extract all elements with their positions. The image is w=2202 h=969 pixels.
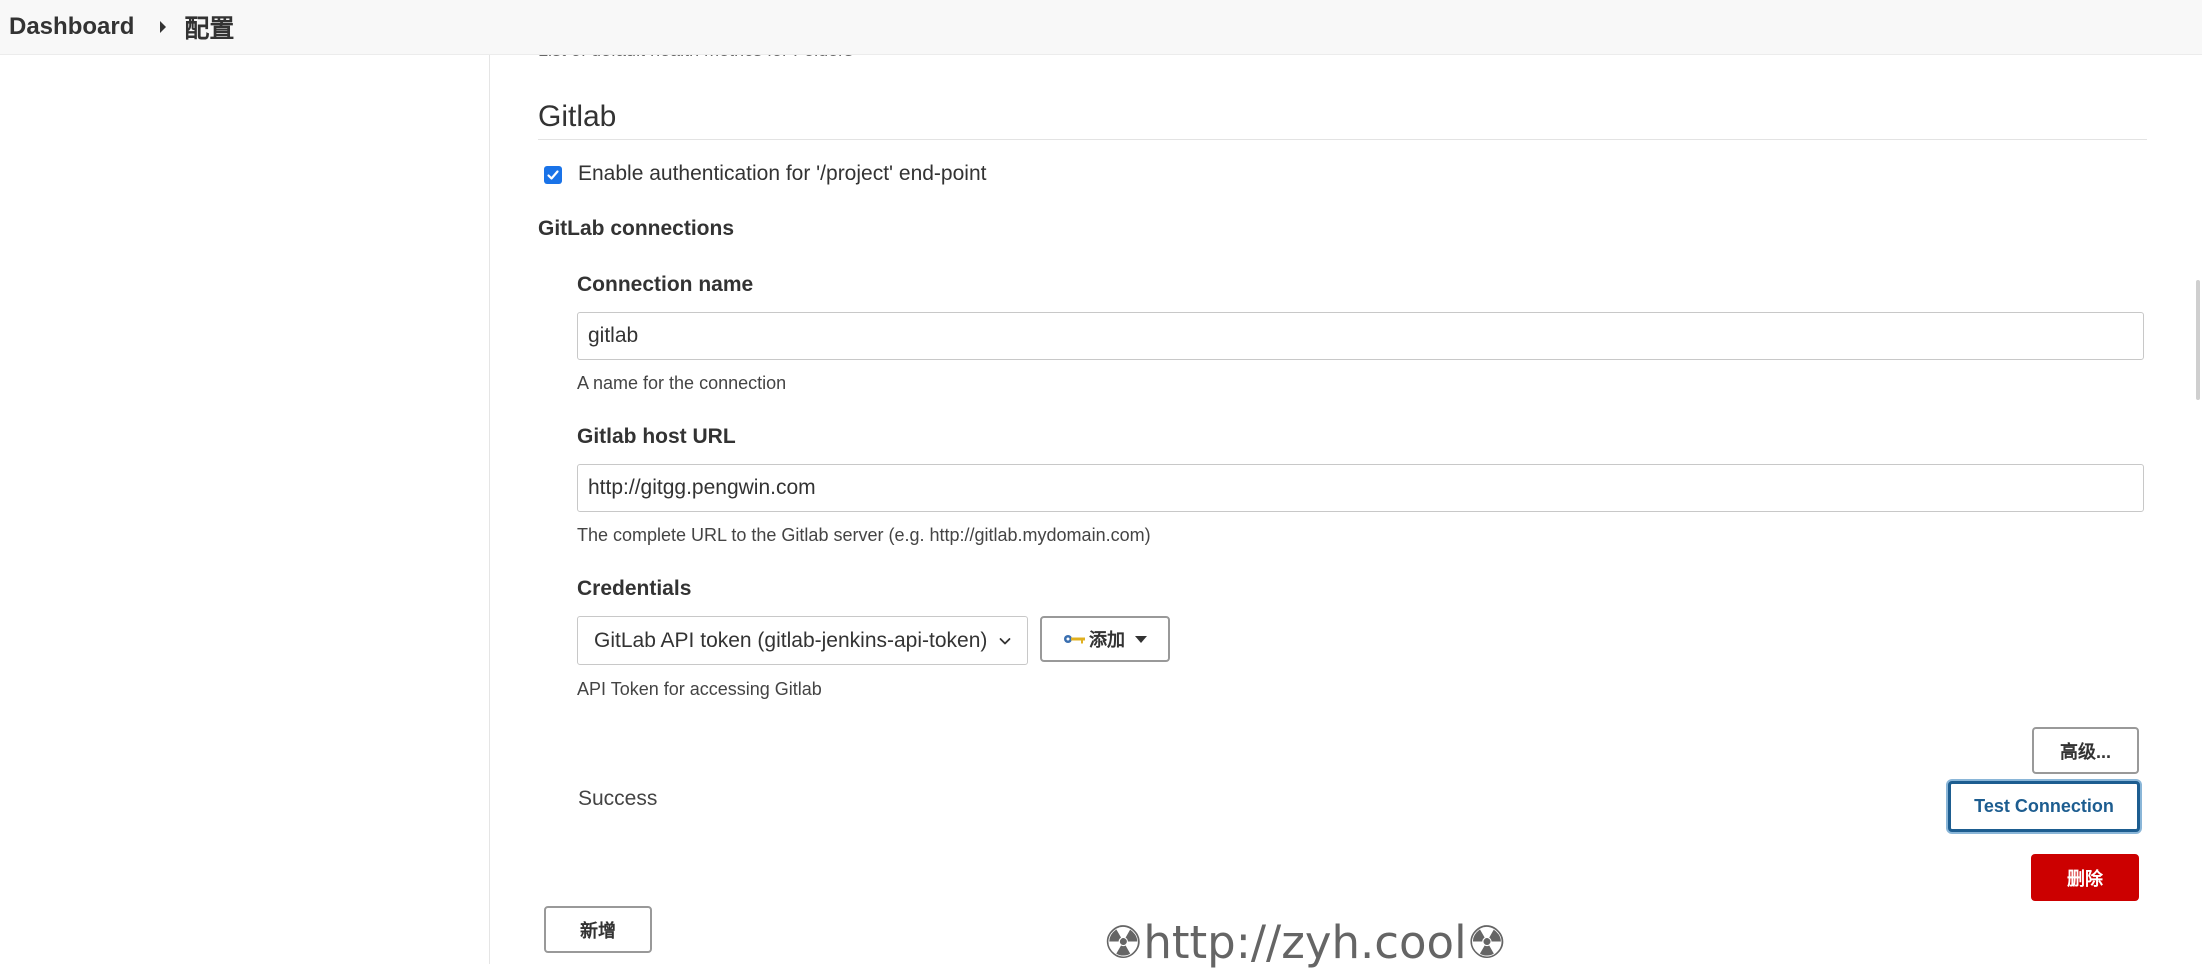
auth-checkbox-label[interactable]: Enable authentication for '/project' end… xyxy=(578,162,986,186)
chevron-down-icon xyxy=(999,637,1011,644)
credentials-label: Credentials xyxy=(577,577,692,600)
watermark: ☢http://zyh.cool☢ xyxy=(1103,916,1507,969)
test-connection-button[interactable]: Test Connection xyxy=(1948,781,2140,832)
checkmark-icon xyxy=(547,170,559,180)
connection-name-input[interactable] xyxy=(577,312,2144,360)
section-divider xyxy=(538,139,2147,140)
gitlab-connections-heading: GitLab connections xyxy=(538,217,735,240)
gitlab-host-url-input[interactable] xyxy=(577,464,2144,512)
connection-name-help: A name for the connection xyxy=(577,373,787,393)
breadcrumb-current: 配置 xyxy=(184,15,235,43)
credentials-help: API Token for accessing Gitlab xyxy=(577,679,822,699)
key-icon xyxy=(1064,635,1085,644)
scrollbar-thumb[interactable] xyxy=(2196,280,2200,400)
credentials-selected-value: GitLab API token (gitlab-jenkins-api-tok… xyxy=(594,628,988,652)
connection-name-label: Connection name xyxy=(577,273,754,296)
add-credentials-label: 添加 xyxy=(1089,630,1125,650)
add-credentials-button[interactable]: 添加 xyxy=(1040,616,1170,662)
breadcrumb-bar: Dashboard 配置 xyxy=(0,0,2202,55)
section-title: Gitlab xyxy=(538,100,617,133)
auth-checkbox[interactable] xyxy=(544,166,562,184)
breadcrumb-dashboard[interactable]: Dashboard xyxy=(9,13,134,41)
gitlab-host-url-label: Gitlab host URL xyxy=(577,425,736,448)
credentials-select[interactable]: GitLab API token (gitlab-jenkins-api-tok… xyxy=(577,616,1028,665)
gitlab-host-url-help: The complete URL to the Gitlab server (e… xyxy=(577,525,1151,545)
sidebar-divider xyxy=(489,54,490,964)
caret-down-icon xyxy=(1135,635,1147,643)
connection-status: Success xyxy=(578,787,658,810)
add-connection-button[interactable]: 新增 xyxy=(544,906,652,953)
delete-connection-button[interactable]: 删除 xyxy=(2031,854,2139,901)
advanced-button[interactable]: 高级... xyxy=(2032,727,2139,774)
breadcrumb-separator-icon[interactable] xyxy=(160,21,167,33)
